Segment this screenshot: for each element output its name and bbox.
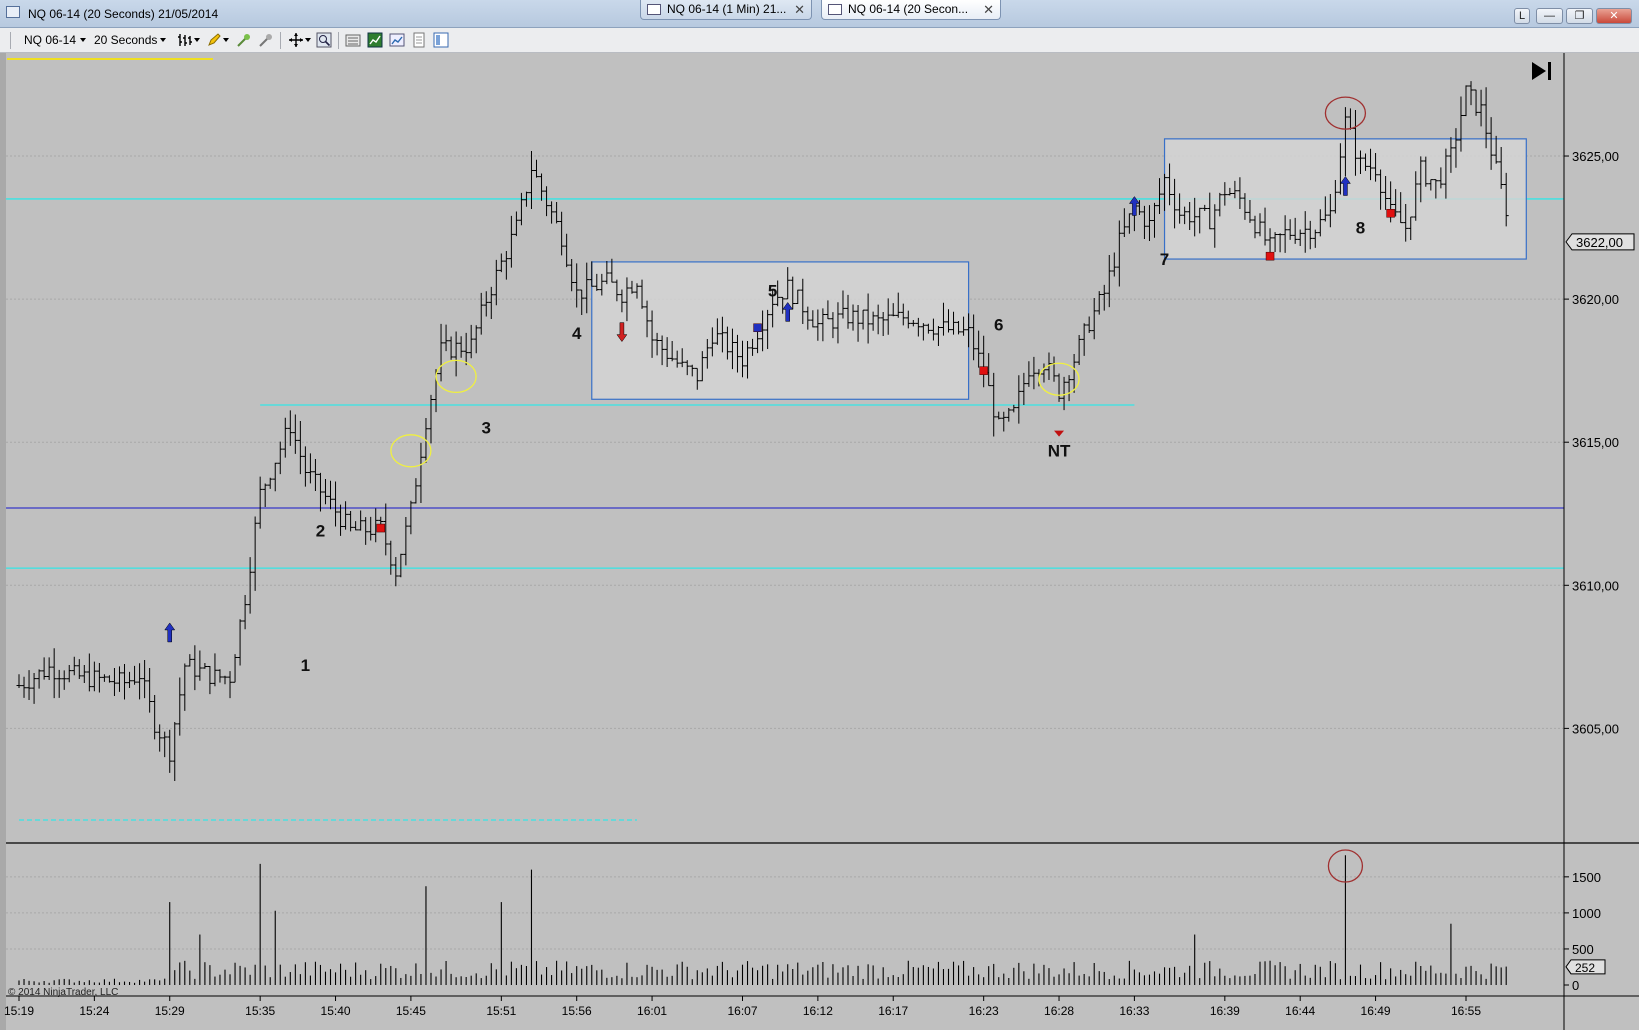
chart-annotation-label[interactable]: 7 [1160, 250, 1169, 269]
time-tick-label: 16:23 [969, 1004, 999, 1018]
tab-label: NQ 06-14 (20 Secon... [848, 2, 969, 16]
time-tick-label: 16:17 [878, 1004, 908, 1018]
time-tick-label: 15:51 [486, 1004, 516, 1018]
copyright-text: © 2014 NinjaTrader, LLC [8, 987, 118, 998]
chart-annotation-label[interactable]: 2 [316, 522, 325, 541]
execution-marker[interactable] [1265, 251, 1275, 261]
chart-toolbar: NQ 06-14 20 Seconds [0, 28, 1639, 53]
execution-marker[interactable] [1386, 209, 1395, 218]
time-tick-label: 15:24 [79, 1004, 109, 1018]
time-tick-label: 16:49 [1361, 1004, 1391, 1018]
close-button[interactable]: ✕ [1596, 8, 1632, 24]
tab-close-icon[interactable]: ✕ [983, 0, 994, 19]
chart-annotation-label[interactable]: 4 [572, 324, 582, 343]
chart-annotation-label[interactable]: 8 [1356, 218, 1365, 237]
volume-tick-label: 500 [1572, 942, 1594, 957]
price-tick-label: 3610,00 [1572, 578, 1619, 593]
cross-hair-icon[interactable] [236, 32, 252, 48]
time-tick-label: 16:28 [1044, 1004, 1074, 1018]
data-box-icon[interactable] [345, 32, 361, 48]
chart-trader-icon[interactable] [433, 32, 449, 48]
volume-tick-label: 0 [1572, 978, 1579, 993]
volume-tick-label: 1500 [1572, 870, 1601, 885]
properties-icon[interactable] [411, 32, 427, 48]
time-tick-label: 16:39 [1210, 1004, 1240, 1018]
time-tick-label: 16:12 [803, 1004, 833, 1018]
strategies-icon[interactable] [389, 32, 405, 48]
time-tick-label: 16:55 [1451, 1004, 1481, 1018]
time-tick-label: 16:44 [1285, 1004, 1315, 1018]
range-rectangle[interactable] [591, 261, 970, 400]
time-tick-label: 15:56 [562, 1004, 592, 1018]
instrument-selector[interactable]: NQ 06-14 [24, 33, 76, 47]
interval-selector[interactable]: 20 Seconds [94, 33, 157, 47]
scroll-zoom-icon[interactable] [288, 32, 304, 48]
chart-annotation-label[interactable]: NT [1048, 442, 1071, 461]
drawing-tools-icon[interactable] [206, 32, 222, 48]
window-title: NQ 06-14 (20 Seconds) 21/05/2014 [28, 7, 219, 21]
interval-dropdown-icon[interactable] [160, 38, 166, 42]
link-button[interactable]: L [1514, 8, 1530, 24]
tab-label: NQ 06-14 (1 Min) 21... [667, 2, 787, 16]
window-titlebar: NQ 06-14 (20 Seconds) 21/05/2014 NQ 06-1… [0, 0, 1639, 28]
tab-nq-1-min[interactable]: NQ 06-14 (1 Min) 21... ✕ [640, 0, 812, 20]
instrument-dropdown-icon[interactable] [80, 38, 86, 42]
maximize-button[interactable]: ❐ [1566, 8, 1593, 24]
time-tick-label: 15:35 [245, 1004, 275, 1018]
bar-style-icon[interactable] [177, 32, 193, 48]
volume-tick-label: 1000 [1572, 906, 1601, 921]
execution-marker[interactable] [376, 523, 385, 533]
tab-nq-20-seconds[interactable]: NQ 06-14 (20 Secon... ✕ [821, 0, 1001, 20]
last-price-label: 3622,00 [1576, 235, 1623, 250]
time-tick-label: 15:29 [155, 1004, 185, 1018]
time-tick-label: 15:40 [321, 1004, 351, 1018]
drawing-tools-dropdown-icon[interactable] [223, 38, 229, 42]
toolbar-separator [338, 32, 339, 49]
price-tick-label: 3620,00 [1572, 292, 1619, 307]
time-tick-label: 16:07 [727, 1004, 757, 1018]
chart-canvas[interactable]: 1 2 3 4 5 6 NT 7 8 3625,00 3620,00 3615,00 3610,00 3… [0, 53, 1639, 1030]
time-tick-label: 15:19 [4, 1004, 34, 1018]
pointer-icon[interactable] [258, 32, 274, 48]
bar-style-dropdown-icon[interactable] [194, 38, 200, 42]
time-tick-label: 16:33 [1119, 1004, 1149, 1018]
chart-left-border [0, 53, 6, 1030]
chart-panel[interactable]: 1 2 3 4 5 6 NT 7 8 3625,00 3620,00 3615,00 3610,00 3… [0, 53, 1639, 1030]
execution-marker[interactable] [753, 323, 762, 332]
time-tick-label: 15:45 [396, 1004, 426, 1018]
price-tick-label: 3605,00 [1572, 721, 1619, 736]
chart-annotation-label[interactable]: 6 [994, 316, 1003, 335]
chart-annotation-label[interactable]: 1 [301, 656, 310, 675]
toolbar-grip [10, 32, 11, 49]
chart-tab-icon [828, 4, 842, 15]
execution-marker[interactable] [979, 366, 988, 375]
chart-annotation-label[interactable]: 3 [482, 419, 491, 438]
tab-close-icon[interactable]: ✕ [794, 0, 805, 19]
chart-annotation-label[interactable]: 5 [768, 281, 777, 300]
chart-tab-icon [647, 4, 661, 15]
chart-window-icon [6, 6, 20, 18]
price-tick-label: 3615,00 [1572, 435, 1619, 450]
toolbar-separator [280, 32, 281, 49]
time-tick-label: 16:01 [637, 1004, 667, 1018]
zoom-icon[interactable] [316, 32, 332, 48]
last-volume-label: 252 [1575, 961, 1595, 975]
indicators-icon[interactable] [367, 32, 383, 48]
scroll-zoom-dropdown-icon[interactable] [305, 38, 311, 42]
price-tick-label: 3625,00 [1572, 149, 1619, 164]
minimize-button[interactable]: — [1536, 8, 1563, 24]
